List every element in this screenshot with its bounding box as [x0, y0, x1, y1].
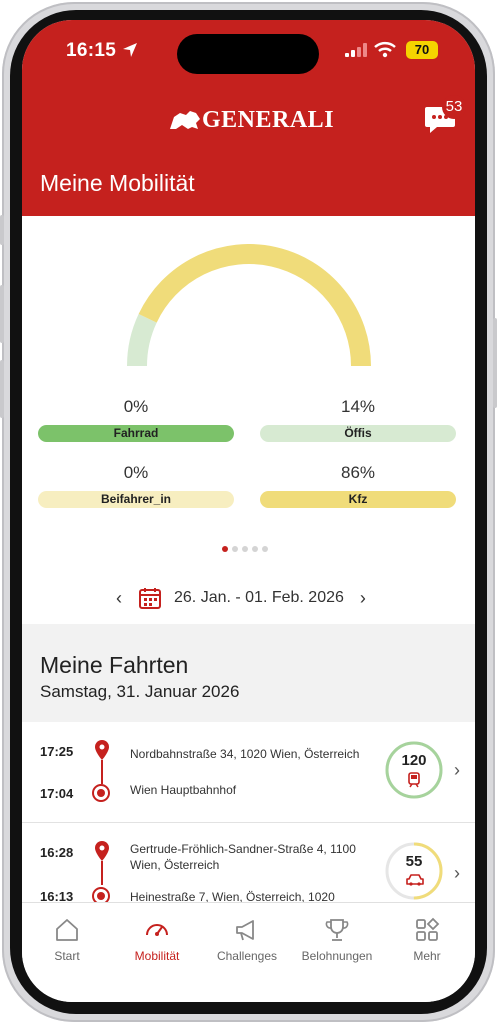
car-icon — [406, 874, 424, 886]
battery-icon: 70 — [406, 41, 438, 59]
tab-challenges[interactable]: Challenges — [202, 917, 292, 963]
volume-up-button — [0, 285, 4, 343]
end-marker-icon — [92, 784, 110, 802]
gauge-segment-kfz — [138, 244, 371, 367]
trip-score-ring — [385, 741, 443, 799]
next-week-button[interactable]: › — [356, 588, 370, 609]
mute-switch — [0, 215, 4, 245]
tab-label: Mobilität — [134, 949, 180, 963]
chat-badge: 53 — [442, 95, 466, 119]
tab-label: Start — [54, 949, 80, 963]
home-icon — [56, 919, 78, 941]
tab-label: Challenges — [216, 949, 278, 963]
kfz-value: 86% — [340, 463, 376, 482]
app-header: 16:15 70 GENERALI 53 Meine Mobilität — [22, 20, 475, 216]
status-time: 16:15 — [66, 40, 117, 61]
kfz-label: Kfz — [260, 491, 456, 508]
page-dot[interactable] — [262, 546, 268, 552]
page-dot[interactable] — [232, 546, 238, 552]
tab-label: Mehr — [413, 949, 441, 963]
calendar-icon[interactable] — [138, 586, 162, 610]
trip-chevron-icon[interactable]: › — [454, 863, 460, 884]
volume-down-button — [0, 360, 4, 418]
route-line — [101, 760, 103, 784]
status-bar: 16:15 70 — [22, 20, 475, 80]
grid-icon — [416, 917, 440, 941]
trip-start-time: 17:25 — [40, 744, 74, 759]
megaphone-icon — [236, 920, 254, 941]
tab-bar: Start Mobilität Challenges Belohnungen M… — [22, 902, 475, 1002]
tab-label: Belohnungen — [301, 949, 373, 963]
trip-score-ring — [385, 842, 443, 900]
trip-card[interactable]: 17:25 Nordbahnstraße 34, 1020 Wien, Öste… — [22, 722, 475, 823]
trip-end-address: Wien Hauptbahnhof — [130, 783, 237, 797]
trips-section-header: Meine Fahrten Samstag, 31. Januar 2026 — [22, 624, 475, 722]
mobility-gauge — [127, 244, 371, 367]
trip-end-time: 17:04 — [40, 786, 74, 801]
tab-mobilitaet[interactable]: Mobilität — [112, 917, 202, 963]
route-line — [101, 861, 103, 885]
trips-title: Meine Fahrten — [40, 652, 189, 678]
speedometer-icon — [146, 924, 168, 936]
trip-start-address: Gertrude-Fröhlich-Sandner-Straße 4, 1100… — [130, 842, 356, 872]
fahrrad-label: Fahrrad — [38, 425, 234, 442]
page-dot[interactable] — [252, 546, 258, 552]
start-pin-icon — [95, 841, 109, 861]
trip-start-time: 16:28 — [40, 845, 74, 860]
tab-mehr[interactable]: Mehr — [382, 917, 472, 963]
wifi-icon — [374, 42, 396, 58]
trip-chevron-icon[interactable]: › — [454, 760, 460, 781]
location-arrow-icon — [123, 43, 137, 57]
fahrrad-value: 0% — [123, 397, 149, 416]
cellular-signal-icon — [345, 43, 367, 57]
tab-start[interactable]: Start — [22, 917, 112, 963]
oeffis-value: 14% — [340, 397, 376, 416]
lion-icon — [170, 111, 200, 129]
trip-score: 120 — [401, 752, 427, 769]
trip-start-address: Nordbahnstraße 34, 1020 Wien, Österreich — [130, 747, 360, 761]
page-indicator[interactable] — [222, 546, 268, 552]
beifahrer-label: Beifahrer_in — [38, 491, 234, 508]
previous-week-button[interactable]: ‹ — [112, 588, 126, 609]
train-icon — [408, 772, 420, 788]
page-dot[interactable] — [242, 546, 248, 552]
power-button — [493, 318, 497, 408]
gauge-segment-oeffis — [127, 314, 157, 367]
brand-name: GENERALI — [202, 106, 335, 133]
trophy-icon — [325, 919, 349, 941]
trips-date: Samstag, 31. Januar 2026 — [40, 682, 240, 701]
dynamic-island — [177, 34, 319, 74]
date-range: 26. Jan. - 01. Feb. 2026 — [174, 589, 344, 606]
generali-logo: GENERALI — [168, 106, 335, 133]
app-screen: 16:15 70 GENERALI 53 Meine Mobilität 0% … — [22, 20, 475, 1002]
tab-belohnungen[interactable]: Belohnungen — [292, 917, 382, 963]
date-range-nav: ‹ 26. Jan. - 01. Feb. 2026 › — [112, 586, 370, 610]
page-title: Meine Mobilität — [40, 170, 195, 196]
trip-score: 55 — [405, 853, 423, 870]
page-dot[interactable] — [222, 546, 228, 552]
beifahrer-value: 0% — [123, 463, 149, 482]
oeffis-label: Öffis — [260, 425, 456, 442]
start-pin-icon — [95, 740, 109, 760]
